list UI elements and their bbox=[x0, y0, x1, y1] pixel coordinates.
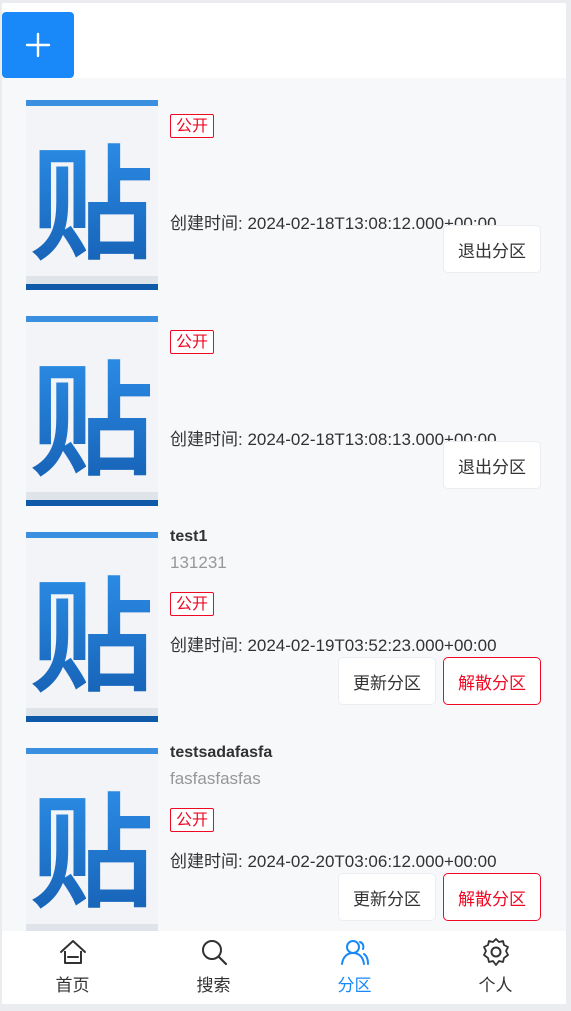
svg-text:贴: 贴 bbox=[31, 135, 153, 277]
tab-partition[interactable]: 分区 bbox=[284, 931, 425, 1004]
tab-label: 搜索 bbox=[196, 976, 231, 996]
partition-card[interactable]: 贴 testsadafasfa fasfasfasfas 公开 创建时间: 20… bbox=[2, 735, 566, 939]
tieba-logo-icon: 贴 bbox=[26, 532, 158, 722]
partition-card[interactable]: 贴 公开 创建时间: 2024-02-18T13:08:13.000+00:00… bbox=[2, 303, 566, 507]
public-tag: 公开 bbox=[170, 592, 215, 616]
created-time: 创建时间: 2024-02-20T03:06:12.000+00:00 bbox=[170, 852, 497, 871]
update-partition-button[interactable]: 更新分区 bbox=[338, 657, 436, 705]
tieba-logo-icon: 贴 bbox=[26, 100, 158, 290]
svg-text:贴: 贴 bbox=[31, 567, 153, 709]
tab-label: 首页 bbox=[55, 976, 90, 996]
public-tag: 公开 bbox=[170, 330, 215, 354]
svg-text:贴: 贴 bbox=[31, 783, 153, 925]
partition-description: fasfasfasfas bbox=[170, 769, 261, 788]
gear-icon bbox=[482, 938, 509, 966]
bottom-tabbar: 首页 搜索 分区 个人 bbox=[2, 931, 566, 1004]
partition-card[interactable]: 贴 公开 创建时间: 2024-02-18T13:08:12.000+00:00… bbox=[2, 87, 566, 291]
svg-text:贴: 贴 bbox=[31, 351, 153, 493]
partition-title: test1 bbox=[170, 528, 208, 545]
partition-card[interactable]: 贴 test1 131231 公开 创建时间: 2024-02-19T03:52… bbox=[2, 519, 566, 723]
search-icon bbox=[201, 940, 227, 966]
top-bar bbox=[2, 3, 566, 78]
partition-title: testsadafasfa bbox=[170, 744, 273, 761]
tab-search[interactable]: 搜索 bbox=[143, 931, 284, 1004]
home-icon bbox=[59, 940, 86, 964]
tab-profile[interactable]: 个人 bbox=[425, 931, 566, 1004]
public-tag: 公开 bbox=[170, 114, 215, 138]
leave-partition-button[interactable]: 退出分区 bbox=[443, 225, 541, 273]
created-time: 创建时间: 2024-02-19T03:52:23.000+00:00 bbox=[170, 636, 497, 655]
dissolve-partition-button[interactable]: 解散分区 bbox=[443, 873, 541, 921]
partition-description: 131231 bbox=[170, 553, 227, 572]
add-button[interactable] bbox=[2, 12, 74, 78]
app-frame: 贴 公开 创建时间: 2024-02-18T13:08:12.000+00:00… bbox=[2, 3, 566, 1004]
tieba-logo-icon: 贴 bbox=[26, 748, 158, 938]
tab-label: 分区 bbox=[337, 976, 372, 996]
users-icon bbox=[340, 940, 369, 965]
public-tag: 公开 bbox=[170, 808, 215, 832]
dissolve-partition-button[interactable]: 解散分区 bbox=[443, 657, 541, 705]
leave-partition-button[interactable]: 退出分区 bbox=[443, 441, 541, 489]
update-partition-button[interactable]: 更新分区 bbox=[338, 873, 436, 921]
tieba-logo-icon: 贴 bbox=[26, 316, 158, 506]
plus-icon bbox=[25, 32, 51, 58]
tab-label: 个人 bbox=[478, 976, 513, 996]
tab-home[interactable]: 首页 bbox=[2, 931, 143, 1004]
